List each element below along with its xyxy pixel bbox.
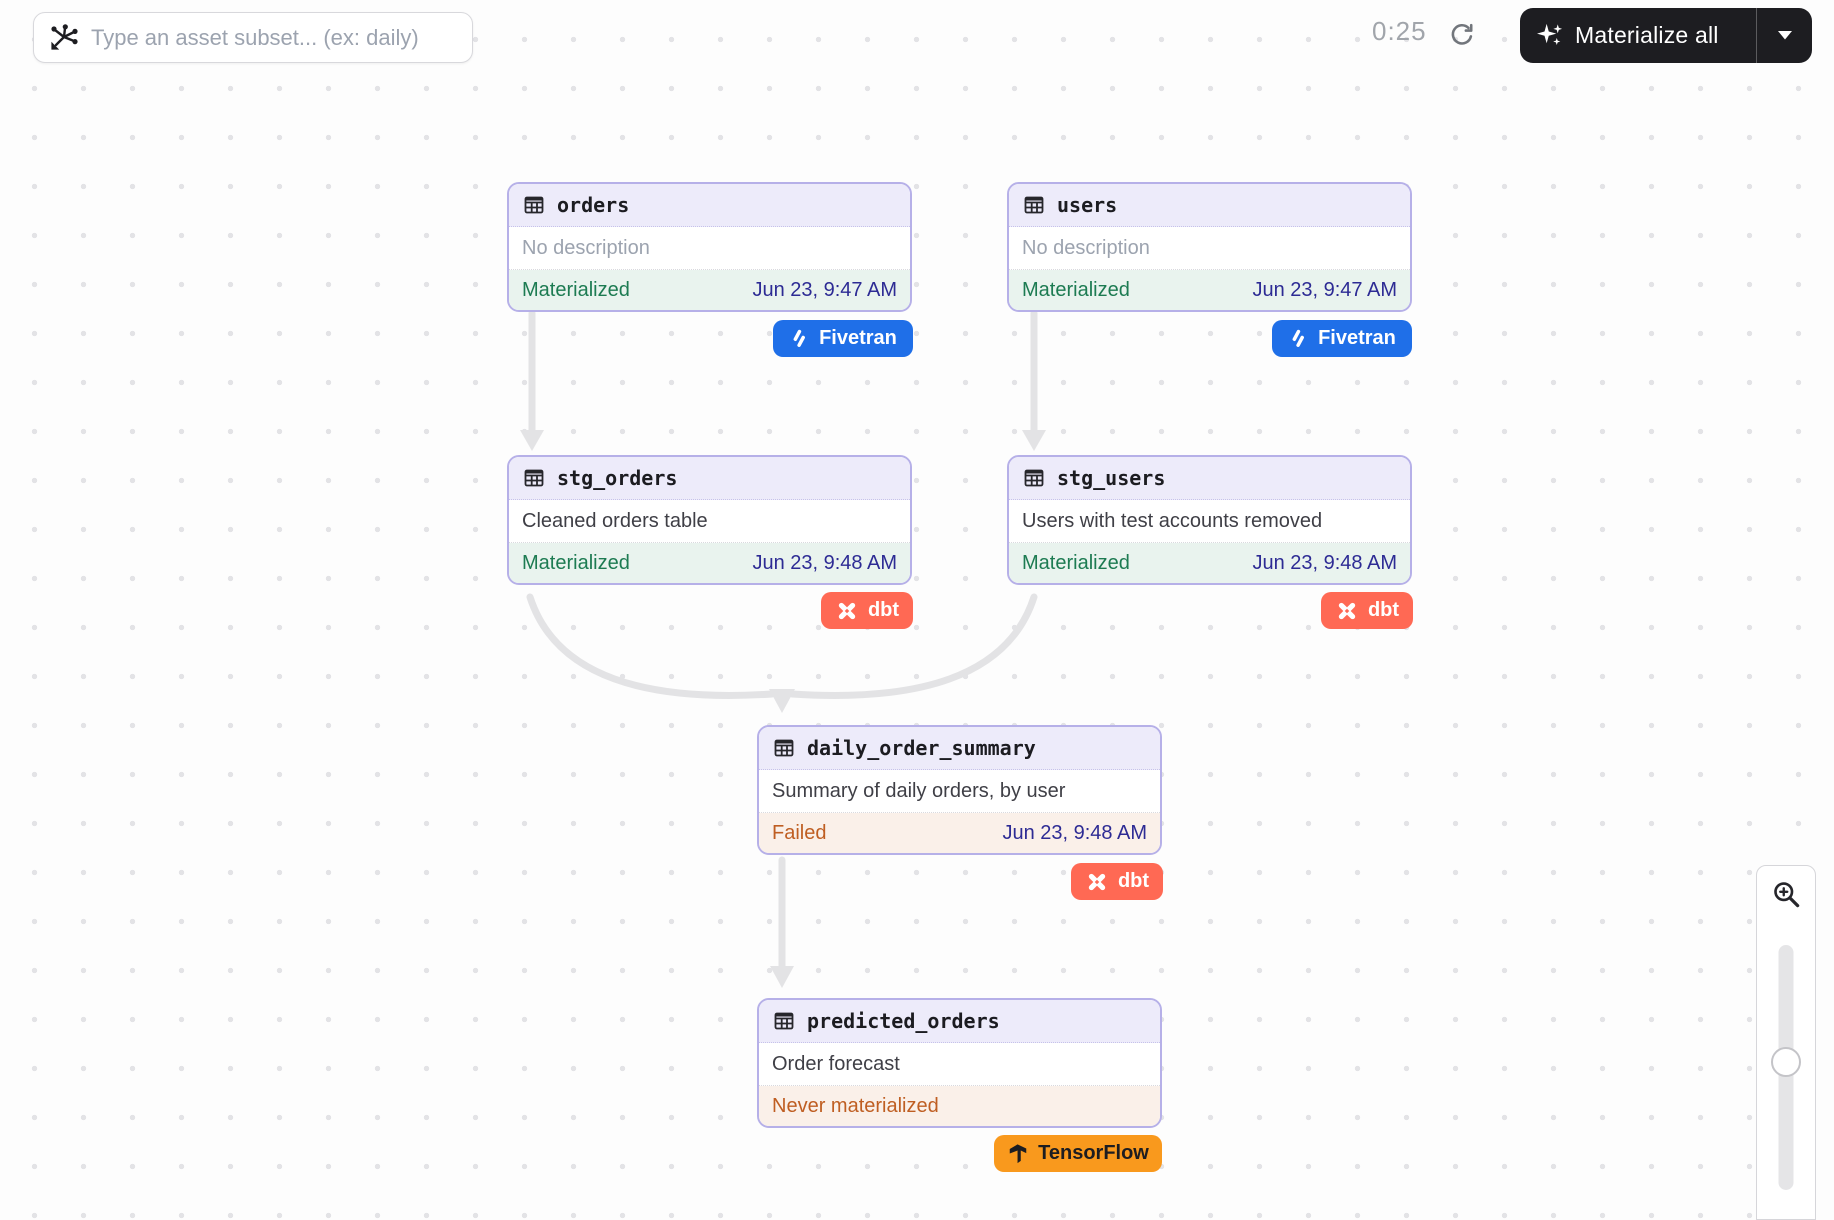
asset-node-stg_orders[interactable]: stg_orders Cleaned orders table Material…: [507, 455, 912, 585]
asset-description: Summary of daily orders, by user: [759, 770, 1160, 813]
asset-status-row: Materialized Jun 23, 9:47 AM: [509, 270, 910, 310]
zoom-slider[interactable]: [1756, 922, 1816, 1220]
asset-node-header: users: [1009, 184, 1410, 227]
materialize-options-button[interactable]: [1757, 31, 1812, 40]
asset-graph-icon: [48, 23, 78, 53]
badge-label: Fivetran: [819, 327, 897, 350]
zoom-panel: [1756, 865, 1816, 1220]
asset-status-row: Materialized Jun 23, 9:48 AM: [1009, 543, 1410, 583]
run-timer: 0:25: [1372, 16, 1442, 47]
asset-node-stg_users[interactable]: stg_users Users with test accounts remov…: [1007, 455, 1412, 585]
refresh-button[interactable]: [1448, 21, 1476, 49]
asset-name: predicted_orders: [807, 1008, 1000, 1034]
asset-node-header: daily_order_summary: [759, 727, 1160, 770]
fivetran-icon: [1288, 328, 1309, 349]
status-timestamp: Jun 23, 9:47 AM: [1252, 277, 1397, 303]
table-icon: [772, 1009, 796, 1033]
materialize-all-main[interactable]: Materialize all: [1520, 22, 1756, 49]
asset-node-header: stg_users: [1009, 457, 1410, 500]
asset-node-predicted_orders[interactable]: predicted_orders Order forecast Never ma…: [757, 998, 1162, 1128]
status-label: Materialized: [1022, 550, 1130, 576]
table-icon: [1022, 193, 1046, 217]
status-timestamp: Jun 23, 9:48 AM: [752, 550, 897, 576]
badge-label: TensorFlow: [1038, 1142, 1149, 1165]
tensorflow-icon: [1007, 1143, 1029, 1165]
refresh-icon: [1448, 21, 1476, 49]
asset-description: Cleaned orders table: [509, 500, 910, 543]
table-icon: [1022, 466, 1046, 490]
badge-label: Fivetran: [1318, 327, 1396, 350]
zoom-in-button[interactable]: [1756, 865, 1816, 923]
badge-label: dbt: [1118, 870, 1149, 893]
chevron-down-icon: [1778, 31, 1792, 40]
asset-name: daily_order_summary: [807, 735, 1036, 761]
status-timestamp: Jun 23, 9:48 AM: [1252, 550, 1397, 576]
status-label: Failed: [772, 820, 826, 846]
asset-name: users: [1057, 192, 1117, 218]
dbt-icon: [1335, 599, 1359, 623]
asset-status-row: Materialized Jun 23, 9:47 AM: [1009, 270, 1410, 310]
asset-name: stg_orders: [557, 465, 677, 491]
integration-badge-dbt[interactable]: dbt: [1071, 863, 1163, 900]
asset-description: Order forecast: [759, 1043, 1160, 1086]
asset-node-daily_order_summary[interactable]: daily_order_summary Summary of daily ord…: [757, 725, 1162, 855]
status-timestamp: Jun 23, 9:47 AM: [752, 277, 897, 303]
integration-badge-fivetran[interactable]: Fivetran: [773, 320, 913, 357]
asset-node-header: orders: [509, 184, 910, 227]
integration-badge-tensorflow[interactable]: TensorFlow: [994, 1135, 1162, 1172]
materialize-all-label: Materialize all: [1575, 22, 1719, 49]
asset-status-row: Materialized Jun 23, 9:48 AM: [509, 543, 910, 583]
integration-badge-dbt[interactable]: dbt: [821, 592, 913, 629]
asset-status-row: Never materialized: [759, 1086, 1160, 1126]
status-label: Materialized: [522, 277, 630, 303]
zoom-slider-thumb[interactable]: [1771, 1047, 1801, 1077]
asset-node-header: predicted_orders: [759, 1000, 1160, 1043]
badge-label: dbt: [868, 599, 899, 622]
magnifier-plus-icon: [1771, 879, 1801, 909]
asset-description: No description: [1009, 227, 1410, 270]
integration-badge-dbt[interactable]: dbt: [1321, 592, 1413, 629]
status-label: Materialized: [1022, 277, 1130, 303]
asset-node-users[interactable]: users No description Materialized Jun 23…: [1007, 182, 1412, 312]
asset-status-row: Failed Jun 23, 9:48 AM: [759, 813, 1160, 853]
status-label: Never materialized: [772, 1093, 939, 1119]
dbt-icon: [835, 599, 859, 623]
sparkles-icon: [1537, 22, 1564, 49]
asset-node-orders[interactable]: orders No description Materialized Jun 2…: [507, 182, 912, 312]
table-icon: [522, 466, 546, 490]
status-label: Materialized: [522, 550, 630, 576]
asset-description: No description: [509, 227, 910, 270]
asset-search-box: [33, 12, 473, 63]
integration-badge-fivetran[interactable]: Fivetran: [1272, 320, 1412, 357]
asset-name: orders: [557, 192, 629, 218]
table-icon: [772, 736, 796, 760]
badge-label: dbt: [1368, 599, 1399, 622]
status-timestamp: Jun 23, 9:48 AM: [1002, 820, 1147, 846]
asset-search-input[interactable]: [89, 24, 472, 52]
asset-name: stg_users: [1057, 465, 1165, 491]
asset-node-header: stg_orders: [509, 457, 910, 500]
table-icon: [522, 193, 546, 217]
fivetran-icon: [789, 328, 810, 349]
asset-description: Users with test accounts removed: [1009, 500, 1410, 543]
dbt-icon: [1085, 870, 1109, 894]
edge-stg_orders-daily: [530, 597, 772, 695]
asset-graph-canvas[interactable]: orders No description Materialized Jun 2…: [0, 0, 1834, 1220]
materialize-all-button[interactable]: Materialize all: [1520, 8, 1812, 63]
